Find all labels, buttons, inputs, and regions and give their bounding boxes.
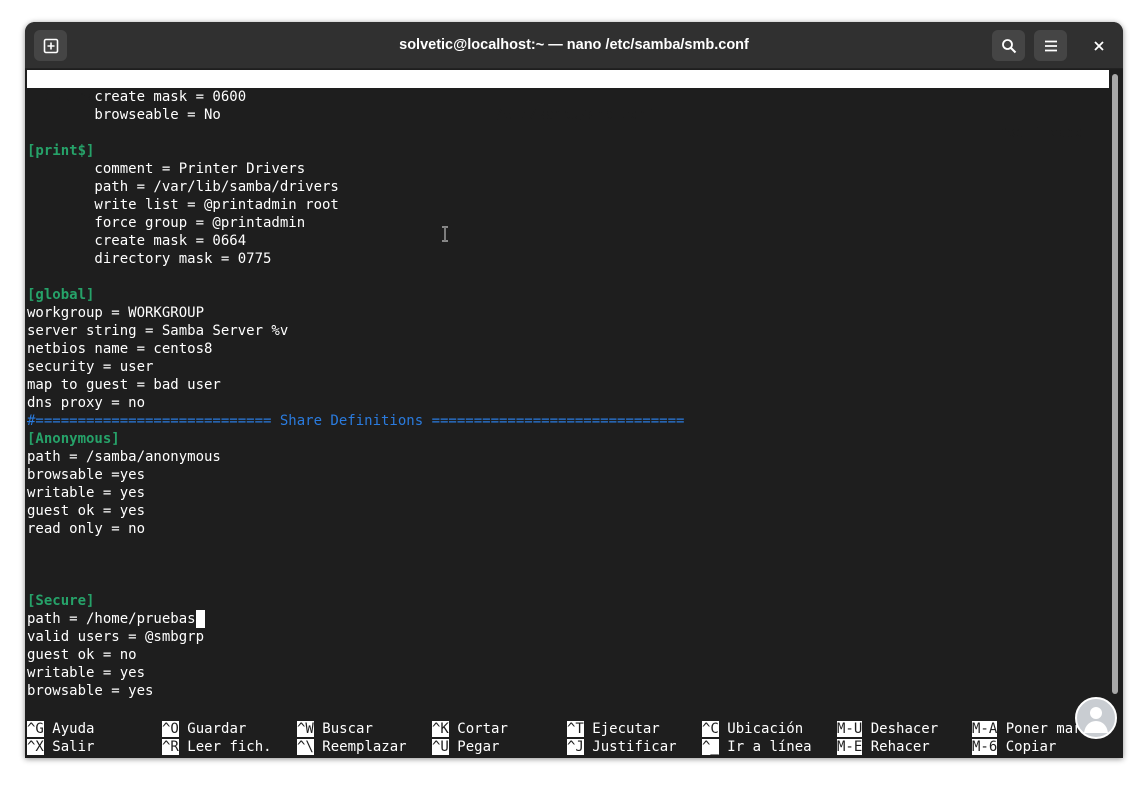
shortcut-label: Copiar bbox=[1005, 739, 1057, 755]
shortcut-key: ^T bbox=[567, 721, 584, 737]
shortcut-key: M-A bbox=[972, 721, 998, 737]
editor-line: comment = Printer Drivers bbox=[27, 161, 306, 177]
shortcut-key: M-6 bbox=[972, 739, 998, 755]
shortcut-label: Justificar bbox=[592, 739, 677, 755]
shortcut-label: Ejecutar bbox=[592, 721, 660, 737]
shortcut-key: ^O bbox=[162, 721, 179, 737]
editor-line: path = /var/lib/samba/drivers bbox=[27, 179, 339, 195]
editor-line-text: path = /home/pruebas bbox=[27, 611, 196, 627]
shortcut-item: M-U Deshacer bbox=[837, 720, 938, 738]
editor-line: guest ok = no bbox=[27, 647, 137, 663]
terminal-window: solvetic@localhost:~ — nano /etc/samba/s… bbox=[25, 22, 1123, 758]
shortcut-label: Buscar bbox=[322, 721, 373, 737]
shortcut-label: Guardar bbox=[187, 721, 247, 737]
editor-line: path = /home/pruebas bbox=[27, 610, 205, 628]
menu-button[interactable] bbox=[1034, 30, 1067, 61]
menu-icon bbox=[1044, 40, 1057, 51]
editor-line: browseable = No bbox=[27, 107, 221, 123]
shortcut-item: ^C Ubicación bbox=[702, 720, 803, 738]
text-cursor bbox=[195, 610, 205, 628]
terminal-content[interactable]: GNU nano 5.6.1 /etc/samba/smb.conf Modif… bbox=[27, 70, 1109, 758]
shortcut-item: ^J Justificar bbox=[567, 738, 677, 756]
shortcut-label: Leer fich. bbox=[187, 739, 272, 755]
editor-line: browsable = yes bbox=[27, 683, 154, 699]
editor-line: force group = @printadmin bbox=[27, 215, 306, 231]
editor-line: write list = @printadmin root bbox=[27, 197, 339, 213]
close-button[interactable] bbox=[1082, 30, 1115, 61]
shortcut-key: ^_ bbox=[702, 739, 719, 755]
editor-line: workgroup = WORKGROUP bbox=[27, 305, 205, 321]
shortcut-label: Deshacer bbox=[870, 721, 939, 737]
shortcut-item: ^X Salir bbox=[27, 738, 94, 756]
editor-line: path = /samba/anonymous bbox=[27, 449, 221, 465]
shortcut-label: Ayuda bbox=[52, 721, 95, 737]
editor-line: server string = Samba Server %v bbox=[27, 323, 289, 339]
shortcut-key: ^J bbox=[567, 739, 584, 755]
shortcut-key: ^U bbox=[432, 739, 449, 755]
editor-line: directory mask = 0775 bbox=[27, 251, 272, 267]
window-title: solvetic@localhost:~ — nano /etc/samba/s… bbox=[399, 37, 749, 53]
shortcut-label: Pegar bbox=[457, 739, 500, 755]
editor-line: browsable =yes bbox=[27, 467, 146, 483]
shortcut-item: ^_ Ir a línea bbox=[702, 738, 812, 756]
watermark-logo bbox=[1075, 697, 1117, 739]
shortcut-item: ^\ Reemplazar bbox=[297, 738, 407, 756]
editor-line: [Secure] bbox=[27, 593, 95, 609]
editor-line: map to guest = bad user bbox=[27, 377, 221, 393]
text-cursor-icon bbox=[442, 226, 448, 242]
nano-filename: /etc/samba/smb.conf bbox=[495, 107, 656, 123]
scrollbar[interactable] bbox=[1112, 74, 1118, 694]
editor-line: read only = no bbox=[27, 521, 146, 537]
editor-line: dns proxy = no bbox=[27, 395, 146, 411]
close-icon bbox=[1093, 40, 1104, 51]
shortcut-label: Ir a línea bbox=[727, 739, 812, 755]
editor-line: #============================ Share Defi… bbox=[27, 413, 685, 429]
shortcut-item: M-E Rehacer bbox=[837, 738, 930, 756]
shortcut-key: ^W bbox=[297, 721, 314, 737]
shortcut-label: Reemplazar bbox=[322, 739, 407, 755]
shortcut-item: ^U Pegar bbox=[432, 738, 499, 756]
shortcut-item: ^W Buscar bbox=[297, 720, 373, 738]
editor-line: create mask = 0600 bbox=[27, 89, 247, 105]
person-icon bbox=[1084, 707, 1108, 733]
shortcut-item: ^G Ayuda bbox=[27, 720, 94, 738]
shortcut-key: ^C bbox=[702, 721, 719, 737]
shortcut-key: ^R bbox=[162, 739, 179, 755]
shortcut-key: ^\ bbox=[297, 739, 314, 755]
editor-line: writable = yes bbox=[27, 665, 146, 681]
nano-modified-state: Modificado bbox=[999, 125, 1084, 141]
shortcut-label: Cortar bbox=[457, 721, 508, 737]
editor-line: valid users = @smbgrp bbox=[27, 629, 205, 645]
shortcut-item: ^O Guardar bbox=[162, 720, 246, 738]
shortcut-key: ^K bbox=[432, 721, 449, 737]
shortcut-key: M-E bbox=[837, 739, 863, 755]
editor-line: security = user bbox=[27, 359, 154, 375]
shortcut-item: ^R Leer fich. bbox=[162, 738, 272, 756]
shortcut-key: ^G bbox=[27, 721, 44, 737]
search-icon bbox=[1001, 38, 1016, 53]
shortcut-item: ^K Cortar bbox=[432, 720, 508, 738]
search-button[interactable] bbox=[992, 30, 1025, 61]
title-bar: solvetic@localhost:~ — nano /etc/samba/s… bbox=[25, 22, 1123, 69]
shortcut-key: ^X bbox=[27, 739, 44, 755]
shortcut-label: Ubicación bbox=[727, 721, 804, 737]
editor-line: [Anonymous] bbox=[27, 431, 120, 447]
shortcut-key: M-U bbox=[837, 721, 863, 737]
shortcut-item: M-6 Copiar bbox=[972, 738, 1056, 756]
nano-status-bar: GNU nano 5.6.1 /etc/samba/smb.conf Modif… bbox=[27, 70, 1109, 141]
shortcut-item: ^T Ejecutar bbox=[567, 720, 660, 738]
editor-line: create mask = 0664 bbox=[27, 233, 247, 249]
editor-line: netbios name = centos8 bbox=[27, 341, 213, 357]
editor-line: [global] bbox=[27, 287, 95, 303]
editor-line: [print$] bbox=[27, 143, 95, 159]
shortcut-label: Rehacer bbox=[870, 739, 930, 755]
editor-line: guest ok = yes bbox=[27, 503, 146, 519]
shortcut-label: Salir bbox=[52, 739, 95, 755]
editor-line: writable = yes bbox=[27, 485, 146, 501]
